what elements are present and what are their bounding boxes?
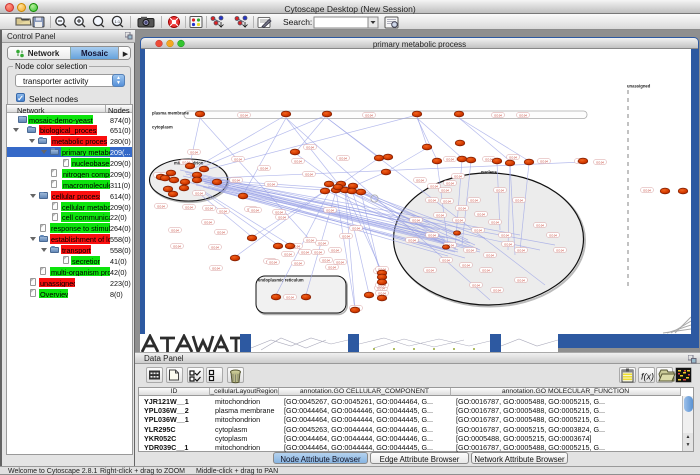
svg-text:GO:04: GO:04 xyxy=(185,205,193,209)
svg-text:GO:04: GO:04 xyxy=(212,266,220,270)
svg-text:GO:04: GO:04 xyxy=(496,188,504,192)
svg-text:endoplasmic reticulum: endoplasmic reticulum xyxy=(258,278,304,283)
svg-text:GO:04: GO:04 xyxy=(378,291,386,295)
svg-text:GO:04: GO:04 xyxy=(517,248,525,252)
svg-text:GO:04: GO:04 xyxy=(455,218,463,222)
svg-text:GO:04: GO:04 xyxy=(342,234,350,238)
svg-text:GO:04: GO:04 xyxy=(454,174,462,178)
svg-text:GO:04: GO:04 xyxy=(442,258,450,262)
svg-text:f(x): f(x) xyxy=(641,372,654,382)
svg-text:GO:04: GO:04 xyxy=(211,245,219,249)
svg-text:GO:04: GO:04 xyxy=(501,233,509,237)
svg-text:GO:04: GO:04 xyxy=(306,238,314,242)
svg-text:GO:04: GO:04 xyxy=(474,228,482,232)
svg-text:GO:04: GO:04 xyxy=(331,248,339,252)
svg-text:GO:04: GO:04 xyxy=(549,233,557,237)
svg-text:GO:04: GO:04 xyxy=(204,220,212,224)
svg-text:GO:04: GO:04 xyxy=(486,253,494,257)
svg-text:GO:04: GO:04 xyxy=(205,206,213,210)
svg-text:GO:04: GO:04 xyxy=(494,113,502,117)
svg-text:GO:04: GO:04 xyxy=(493,288,501,292)
svg-text:GO:04: GO:04 xyxy=(596,160,604,164)
svg-text:GO:04: GO:04 xyxy=(416,178,424,182)
svg-text:GO:04: GO:04 xyxy=(352,226,360,230)
svg-text:GO:04: GO:04 xyxy=(556,248,564,252)
svg-text:GO:04: GO:04 xyxy=(190,150,198,154)
svg-text:GO:04: GO:04 xyxy=(441,188,449,192)
svg-text:GO:04: GO:04 xyxy=(472,283,480,287)
svg-text:GO:04: GO:04 xyxy=(458,206,466,210)
svg-text:GO:04: GO:04 xyxy=(412,218,420,222)
svg-text:GO:04: GO:04 xyxy=(326,208,334,212)
svg-text:Search:: Search: xyxy=(283,17,312,27)
svg-text:GO:04: GO:04 xyxy=(219,209,227,213)
svg-text:GO:04: GO:04 xyxy=(477,212,485,216)
svg-text:GO:04: GO:04 xyxy=(462,263,470,267)
svg-text:GO:04: GO:04 xyxy=(322,258,330,262)
svg-text:GO:04: GO:04 xyxy=(540,159,548,163)
svg-text:GO:04: GO:04 xyxy=(466,248,474,252)
svg-text:GO:04: GO:04 xyxy=(428,233,436,237)
svg-text:GO:04: GO:04 xyxy=(278,215,286,219)
svg-text:GO:04: GO:04 xyxy=(314,250,322,254)
svg-text:GO:04: GO:04 xyxy=(267,182,275,186)
svg-text:GO:04: GO:04 xyxy=(294,159,302,163)
svg-text:GO:04: GO:04 xyxy=(318,241,326,245)
svg-text:GO:04: GO:04 xyxy=(301,250,309,254)
svg-text:GO:04: GO:04 xyxy=(336,260,344,264)
svg-text:GO:04: GO:04 xyxy=(428,198,436,202)
svg-text:GO:04: GO:04 xyxy=(339,156,347,160)
svg-text:GO:04: GO:04 xyxy=(195,191,203,195)
svg-text:GO:04: GO:04 xyxy=(504,242,512,246)
svg-text:nucleus: nucleus xyxy=(481,170,497,175)
svg-text:GO:04: GO:04 xyxy=(365,113,373,117)
svg-text:GO:04: GO:04 xyxy=(446,157,454,161)
svg-text:GO:04: GO:04 xyxy=(286,295,294,299)
svg-text:GO:04: GO:04 xyxy=(491,220,499,224)
svg-text:GO:04: GO:04 xyxy=(515,198,523,202)
svg-text:GO:04: GO:04 xyxy=(306,145,314,149)
svg-text:GO:04: GO:04 xyxy=(426,268,434,272)
svg-text:GO:04: GO:04 xyxy=(217,230,225,234)
svg-text:GO:04: GO:04 xyxy=(305,172,313,176)
svg-text:GO:04: GO:04 xyxy=(232,178,240,182)
svg-text:GO:04: GO:04 xyxy=(275,210,283,214)
svg-text:GO:04: GO:04 xyxy=(260,166,268,170)
svg-text:cytoplasm: cytoplasm xyxy=(152,125,173,130)
svg-text:GO:04: GO:04 xyxy=(430,184,438,188)
svg-text:GO:04: GO:04 xyxy=(536,223,544,227)
svg-text:unassigned: unassigned xyxy=(627,84,651,89)
svg-text:GO:04: GO:04 xyxy=(436,213,444,217)
svg-text:GO:04: GO:04 xyxy=(157,204,165,208)
svg-text:GO:04: GO:04 xyxy=(408,238,416,242)
svg-text:GO:04: GO:04 xyxy=(251,208,259,212)
svg-text:GO:04: GO:04 xyxy=(240,113,248,117)
svg-text:GO:04: GO:04 xyxy=(509,155,517,159)
svg-text:GO:04: GO:04 xyxy=(482,268,490,272)
svg-text:1:1: 1:1 xyxy=(115,19,121,24)
svg-text:GO:04: GO:04 xyxy=(294,261,302,265)
svg-text:GO:04: GO:04 xyxy=(643,188,651,192)
svg-text:GO:04: GO:04 xyxy=(234,157,242,161)
svg-text:GO:04: GO:04 xyxy=(269,260,277,264)
svg-text:GO:04: GO:04 xyxy=(328,265,336,269)
svg-text:GO:04: GO:04 xyxy=(470,198,478,202)
svg-text:GO:04: GO:04 xyxy=(284,252,292,256)
svg-text:GO:04: GO:04 xyxy=(519,113,527,117)
svg-text:GO:04: GO:04 xyxy=(517,278,525,282)
svg-text:GO:04: GO:04 xyxy=(173,244,181,248)
svg-text:GO:04: GO:04 xyxy=(171,228,179,232)
svg-text:plasma membrane: plasma membrane xyxy=(152,111,189,116)
svg-text:GO:04: GO:04 xyxy=(443,199,451,203)
svg-text:GO:04: GO:04 xyxy=(446,181,454,185)
